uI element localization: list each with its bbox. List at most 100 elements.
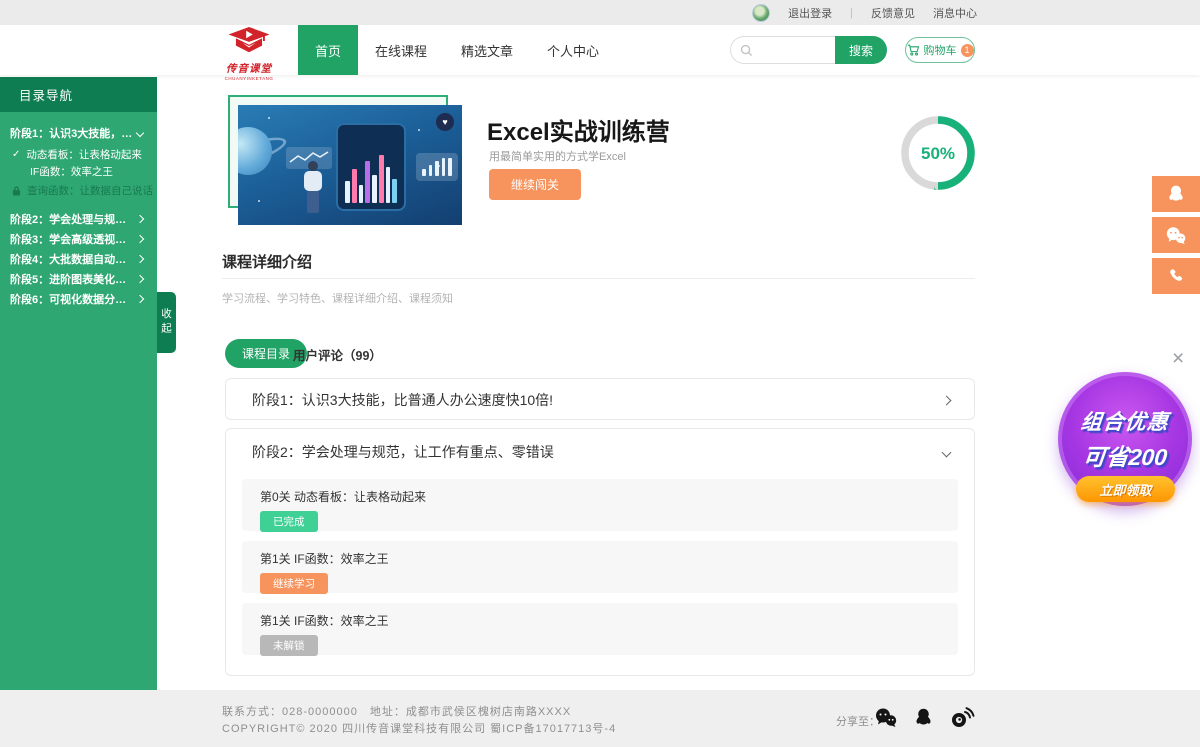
wechat-icon — [1165, 226, 1187, 245]
astronaut — [304, 171, 322, 191]
continue-button[interactable]: 继续闯关 — [489, 169, 581, 200]
stage2-lesson-list: 第0关 动态看板：让表格动起来 已完成 第1关 IF函数：效率之王 继续学习 第… — [226, 475, 974, 655]
sidebar-lesson-label: 动态看板：让表格动起来 — [26, 147, 142, 162]
favorite-heart-icon[interactable]: ♥ — [436, 113, 454, 131]
sidebar-stage-5[interactable]: 阶段5：进阶图表美化，让汇报一... — [0, 269, 157, 289]
chevron-down-icon — [942, 447, 952, 457]
astronaut-legs — [307, 191, 319, 213]
lesson-row-if-locked[interactable]: 第1关 IF函数：效率之王 未解锁 — [242, 603, 958, 655]
logo-caption: CHUANYINKETANG — [225, 76, 274, 81]
promo-line1: 组合优惠 — [1079, 406, 1170, 436]
page: 退出登录 | 反馈意见 消息中心 传音课堂 CHUANYINKETANG 首页 … — [0, 0, 1200, 747]
lesson-status-badge-done: 已完成 — [260, 511, 318, 532]
phone-contact-button[interactable] — [1152, 258, 1200, 294]
progress-ring: 50% — [900, 115, 976, 191]
lesson-row-if-continue[interactable]: 第1关 IF函数：效率之王 继续学习 — [242, 541, 958, 593]
promo-line2: 可省200 — [1081, 438, 1169, 472]
chart-panel-right — [416, 153, 458, 181]
detail-heading: 课程详细介绍 — [222, 251, 312, 272]
sidebar-lesson-lookup-locked[interactable]: 查询函数：让数据自己说话 — [0, 182, 157, 199]
nav-item-home[interactable]: 首页 — [298, 25, 358, 75]
cart-label: 购物车 — [924, 42, 957, 58]
sidebar-stage-6[interactable]: 阶段6：可视化数据分析，帮老板... — [0, 289, 157, 309]
course-cover-image: ♥ — [238, 105, 462, 225]
lesson-continue-button[interactable]: 继续学习 — [260, 573, 328, 594]
footer-contact: 联系方式：028-0000000 地址：成都市武侯区槐树店南路XXXX — [222, 703, 571, 719]
stage1-accordion-title: 阶段1：认识3大技能，比普通人办公速度快10倍! — [252, 390, 553, 410]
nav-menu: 首页 在线课程 精选文章 个人中心 — [298, 25, 616, 75]
nav-item-courses[interactable]: 在线课程 — [358, 25, 444, 75]
cart-icon — [907, 44, 920, 56]
footer-copyright: COPYRIGHT© 2020 四川传音课堂科技有限公司 蜀ICP备170177… — [222, 720, 616, 736]
progress-label: 50% — [921, 144, 955, 163]
search-button[interactable]: 搜索 — [835, 36, 887, 64]
stage1-accordion: 阶段1：认识3大技能，比普通人办公速度快10倍! — [225, 378, 975, 420]
chevron-right-icon — [136, 235, 144, 243]
lesson-status-badge-locked: 未解锁 — [260, 635, 318, 656]
cart-count-badge: 1 — [961, 44, 974, 57]
promo-claim-button[interactable]: 立即领取 — [1076, 476, 1175, 502]
tab-comments[interactable]: 用户评论（99） — [293, 345, 382, 364]
lesson-title: 第1关 IF函数：效率之王 — [260, 612, 940, 629]
nav-item-profile[interactable]: 个人中心 — [530, 25, 616, 75]
share-wechat-icon[interactable] — [874, 707, 898, 728]
stage2-accordion: 阶段2：学会处理与规范，让工作有重点、零错误 第0关 动态看板：让表格动起来 已… — [225, 428, 975, 676]
lesson-title: 第0关 动态看板：让表格动起来 — [260, 488, 940, 505]
stage2-accordion-header[interactable]: 阶段2：学会处理与规范，让工作有重点、零错误 — [226, 429, 974, 475]
top-utility-bar: 退出登录 | 反馈意见 消息中心 — [0, 0, 1200, 25]
sidebar-title: 目录导航 — [0, 77, 157, 112]
footer: 联系方式：028-0000000 地址：成都市武侯区槐树店南路XXXX COPY… — [0, 690, 1200, 747]
wechat-contact-button[interactable] — [1152, 217, 1200, 253]
course-title: Excel实战训练营 — [487, 112, 670, 147]
share-icons — [874, 706, 975, 728]
lock-icon — [12, 186, 21, 196]
chevron-right-icon — [136, 295, 144, 303]
sidebar-stage-label: 阶段2：学会处理与规范，让工作... — [10, 211, 137, 227]
astronaut-head — [308, 161, 318, 171]
divider — [222, 278, 975, 279]
lesson-row-dashboard[interactable]: 第0关 动态看板：让表格动起来 已完成 — [242, 479, 958, 531]
chevron-down-icon — [136, 129, 144, 137]
course-subtitle: 用最简单实用的方式学Excel — [489, 148, 626, 164]
logo-cap-icon — [227, 27, 271, 60]
share-weibo-icon[interactable] — [949, 706, 975, 728]
chevron-right-icon — [942, 395, 952, 405]
sidebar-stage-3[interactable]: 阶段3：学会高级透视，拥有同时... — [0, 229, 157, 249]
promo-close-icon[interactable]: × — [1172, 348, 1184, 369]
nav-item-articles[interactable]: 精选文章 — [444, 25, 530, 75]
search-input[interactable] — [758, 44, 833, 56]
qq-icon — [1166, 184, 1186, 204]
topbar-divider: | — [850, 7, 853, 19]
sidebar-lesson-label: IF函数：效率之王 — [30, 164, 113, 179]
qq-contact-button[interactable] — [1152, 176, 1200, 212]
message-center-link[interactable]: 消息中心 — [933, 5, 977, 21]
logo-title: 传音课堂 — [226, 61, 272, 76]
search-box: 搜索 — [730, 36, 887, 64]
chevron-right-icon — [136, 255, 144, 263]
stage1-accordion-header[interactable]: 阶段1：认识3大技能，比普通人办公速度快10倍! — [226, 379, 974, 421]
sidebar-stage-1-label: 阶段1：认识3大技能，比普通人... — [10, 125, 137, 141]
cart-button[interactable]: 购物车 1 — [905, 37, 975, 63]
share-qq-icon[interactable] — [913, 707, 934, 728]
stage2-accordion-title: 阶段2：学会处理与规范，让工作有重点、零错误 — [252, 442, 554, 462]
feedback-link[interactable]: 反馈意见 — [871, 5, 915, 21]
sidebar-lesson-dashboard[interactable]: ✓ 动态看板：让表格动起来 — [0, 146, 157, 163]
sidebar-stage-4[interactable]: 阶段4：大批数据自动统计分析，... — [0, 249, 157, 269]
catalog-sidebar: 目录导航 阶段1：认识3大技能，比普通人... ✓ 动态看板：让表格动起来 IF… — [0, 77, 157, 690]
sidebar-lesson-if[interactable]: IF函数：效率之王 — [0, 163, 157, 180]
sidebar-stage-label: 阶段3：学会高级透视，拥有同时... — [10, 231, 137, 247]
sidebar-collapse-tab[interactable]: 收起 — [157, 292, 176, 353]
sidebar-stage-2[interactable]: 阶段2：学会处理与规范，让工作... — [0, 209, 157, 229]
lesson-title: 第1关 IF函数：效率之王 — [260, 550, 940, 567]
sidebar-lesson-label: 查询函数：让数据自己说话 — [27, 183, 153, 198]
user-avatar[interactable] — [752, 4, 770, 22]
logout-link[interactable]: 退出登录 — [788, 5, 832, 21]
sidebar-stage-1[interactable]: 阶段1：认识3大技能，比普通人... — [0, 120, 157, 146]
main-navbar: 传音课堂 CHUANYINKETANG 首页 在线课程 精选文章 个人中心 搜索 — [0, 25, 1200, 75]
phone-icon — [1167, 267, 1185, 285]
contact-float-rail — [1152, 176, 1200, 294]
sidebar-stage-label: 阶段5：进阶图表美化，让汇报一... — [10, 271, 137, 287]
site-logo[interactable]: 传音课堂 CHUANYINKETANG — [222, 27, 276, 73]
chevron-right-icon — [136, 215, 144, 223]
check-icon: ✓ — [12, 149, 20, 160]
